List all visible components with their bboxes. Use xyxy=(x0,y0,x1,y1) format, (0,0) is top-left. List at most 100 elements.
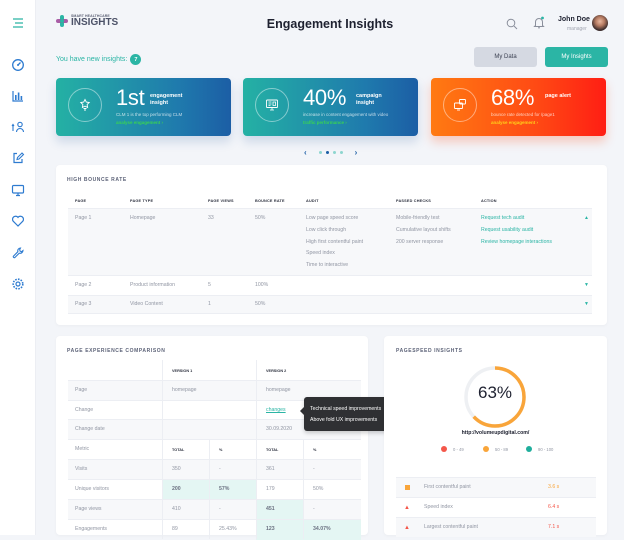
table-row: Visits 350 - 361 - xyxy=(68,459,361,479)
table-row: Engagements 89 25.43% 123 34.07% xyxy=(68,519,361,540)
metric-label: First contentful paint xyxy=(424,484,471,490)
search-icon[interactable] xyxy=(506,17,518,35)
insight-card-page-alert[interactable]: 68% page alert bounce rate detected for … xyxy=(431,78,606,136)
edit-document-icon[interactable] xyxy=(11,151,25,165)
table-row[interactable]: Page 3 Video Content 1 50% ▼ xyxy=(68,295,592,314)
expand-caret-icon[interactable]: ▼ xyxy=(584,282,589,288)
traffic-performance-link[interactable]: traffic performance › xyxy=(303,120,347,125)
new-insights-notice: You have new insights: 7 xyxy=(56,54,142,65)
page-views-cell: 1 xyxy=(208,301,211,307)
my-data-button[interactable]: My Data xyxy=(474,47,537,67)
carousel-controls: ‹ › xyxy=(304,148,357,157)
row-label: Change xyxy=(75,407,94,413)
request-tech-audit-link[interactable]: Request tech audit xyxy=(481,215,524,221)
review-homepage-interactions-link[interactable]: Review homepage interactions xyxy=(481,239,552,245)
legend-label: 90 - 100 xyxy=(538,446,554,452)
carousel-dot-active[interactable] xyxy=(325,151,329,154)
table-row-expanded[interactable]: Page 1 Homepage 33 50% Low page speed sc… xyxy=(68,208,592,275)
wrench-icon[interactable] xyxy=(11,246,25,260)
cell: - xyxy=(219,466,221,472)
column-header: PASSED CHECKS xyxy=(396,199,432,203)
high-bounce-rate-panel: HIGH BOUNCE RATE PAGE PAGE TYPE PAGE VIE… xyxy=(56,165,607,325)
cell: 89 xyxy=(172,526,178,532)
card-description: increase in content engagement with vide… xyxy=(303,112,389,117)
metric-row: ▲ Largest contentful paint 7.1 s xyxy=(396,517,596,537)
carousel-dot[interactable] xyxy=(332,151,336,154)
carousel-dot[interactable] xyxy=(318,151,322,154)
insight-card-campaign[interactable]: 40% campaign insight increase in content… xyxy=(243,78,418,136)
cell: 57% xyxy=(219,486,230,492)
cell: 25.43% xyxy=(219,526,237,532)
row-label: Page xyxy=(75,387,88,393)
analyse-engagement-link[interactable]: analyse engagement › xyxy=(116,120,163,125)
legend-dot-teal xyxy=(526,446,532,452)
card-value: 40% xyxy=(303,85,347,110)
menu-icon[interactable] xyxy=(11,16,25,30)
monitor-icon[interactable] xyxy=(11,183,25,197)
table-row: Page views 410 - 451 - xyxy=(68,499,361,519)
avatar[interactable] xyxy=(592,15,608,31)
passed-check-item: Cumulative layout shifts xyxy=(396,227,451,233)
square-icon xyxy=(405,485,410,490)
carousel-prev-button[interactable]: ‹ xyxy=(304,148,307,157)
analyse-engagement-link[interactable]: analyse engagement › xyxy=(491,120,538,125)
metric-value: 3.6 s xyxy=(548,484,560,490)
cell: 123 xyxy=(266,526,275,532)
page-views-cell: 33 xyxy=(208,215,214,221)
audit-item: Speed index xyxy=(306,250,335,256)
devices-chat-icon xyxy=(443,88,477,122)
user-name[interactable]: John Doe xyxy=(558,16,590,23)
table-row[interactable]: Page 2 Product information 5 100% ▼ xyxy=(68,275,592,295)
monitor-chart-icon xyxy=(255,88,289,122)
header: SMART HEALTHCARE INSIGHTS Engagement Ins… xyxy=(36,0,624,46)
page-cell: Page 2 xyxy=(75,282,92,288)
user-role: manager xyxy=(567,26,587,32)
passed-check-item: 200 server response xyxy=(396,239,444,245)
bounce-rate-cell: 50% xyxy=(255,301,266,307)
card-label: campaign insight xyxy=(356,93,382,106)
version2-header: VERSION 2 xyxy=(266,369,287,373)
row-label: Change date xyxy=(75,426,105,432)
carousel-next-button[interactable]: › xyxy=(355,148,358,157)
metric-label: Largest contentful paint xyxy=(424,524,478,530)
site-url[interactable]: http://volumeupdigital.com/ xyxy=(384,430,607,436)
legend-item: 90 - 100 xyxy=(526,446,553,452)
audit-item: High first contentful paint xyxy=(306,239,364,245)
panel-title: PAGE EXPERIENCE COMPARISON xyxy=(67,348,166,354)
metric-value: 7.1 s xyxy=(548,524,560,530)
bounce-rate-cell: 50% xyxy=(255,215,266,221)
bell-icon[interactable] xyxy=(533,16,545,34)
changes-link[interactable]: changes xyxy=(266,407,286,413)
column-header: ACTION xyxy=(481,199,497,203)
users-flow-icon[interactable] xyxy=(11,120,25,134)
dashboard-gauge-icon[interactable] xyxy=(11,58,25,72)
panel-title: HIGH BOUNCE RATE xyxy=(67,177,127,183)
cell: 410 xyxy=(172,506,181,512)
new-insights-count-badge[interactable]: 7 xyxy=(130,54,142,65)
page-type-cell: Product information xyxy=(130,282,175,288)
cell: - xyxy=(313,466,315,472)
card-description: CLM 1 is the top performing CLM xyxy=(116,112,183,117)
request-usability-audit-link[interactable]: Request usability audit xyxy=(481,227,533,233)
carousel-dot[interactable] xyxy=(339,151,343,154)
metric-header-row: Metric TOTAL % TOTAL % xyxy=(68,439,361,459)
row-label: Engagements xyxy=(75,526,108,532)
expand-caret-icon[interactable]: ▼ xyxy=(584,301,589,307)
legend-item: 0 - 49 xyxy=(441,446,464,452)
settings-icon[interactable] xyxy=(11,277,25,291)
insight-card-engagement[interactable]: 1st engagement insight CLM 1 is the top … xyxy=(56,78,231,136)
table-row: Unique visitors 200 57% 179 50% xyxy=(68,479,361,499)
legend-dot-red xyxy=(441,446,447,452)
card-description: bounce rate detected for /page1 xyxy=(491,112,555,117)
collapse-caret-icon[interactable]: ▲ xyxy=(584,215,589,221)
cell: 350 xyxy=(172,466,181,472)
my-insights-button[interactable]: My Insights xyxy=(545,47,608,67)
heart-icon[interactable] xyxy=(11,214,25,228)
panel-title: PAGESPEED INSIGHTS xyxy=(396,348,463,354)
cell: 200 xyxy=(172,486,181,492)
bar-chart-icon[interactable] xyxy=(11,89,25,103)
triangle-icon: ▲ xyxy=(404,525,410,531)
column-header: PAGE VIEWS xyxy=(208,199,234,203)
legend-label: 50 - 89 xyxy=(495,446,509,452)
card-label: page alert xyxy=(545,93,571,99)
